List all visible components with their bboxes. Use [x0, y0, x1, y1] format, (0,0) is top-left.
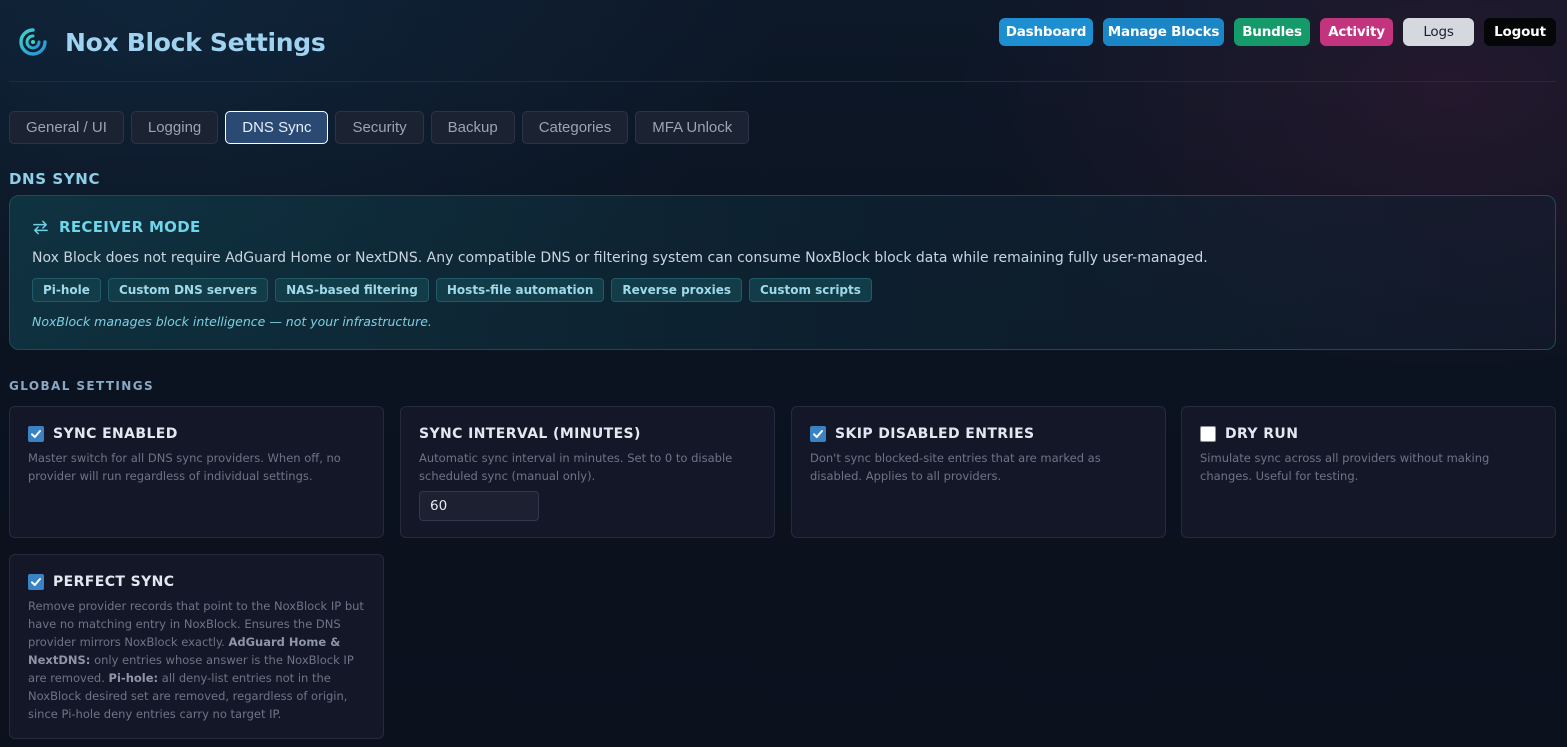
nav-activity-button[interactable]: Activity	[1320, 18, 1393, 46]
nox-logo-icon	[19, 28, 47, 56]
tab-categories[interactable]: Categories	[521, 111, 629, 144]
receiver-description: Nox Block does not require AdGuard Home …	[32, 250, 1208, 266]
perfect-sync-checkbox[interactable]	[28, 574, 44, 590]
perfect-sync-description: Remove provider records that point to th…	[28, 597, 369, 723]
tab-security[interactable]: Security	[335, 111, 424, 144]
perfect-sync-card: PERFECT SYNC Remove provider records tha…	[9, 554, 384, 739]
dry-run-title: DRY RUN	[1225, 426, 1299, 442]
chip-custom-scripts: Custom scripts	[748, 278, 872, 302]
checkmark-icon	[31, 578, 41, 586]
chip-pi-hole: Pi-hole	[32, 278, 101, 302]
sync-enabled-description: Master switch for all DNS sync providers…	[28, 451, 341, 483]
settings-tabs: General / UI Logging DNS Sync Security B…	[9, 111, 750, 144]
perfect-sync-title: PERFECT SYNC	[53, 574, 175, 590]
swap-arrows-icon	[33, 220, 48, 234]
dry-run-description: Simulate sync across all providers witho…	[1200, 451, 1490, 483]
sync-interval-input[interactable]	[419, 491, 539, 521]
sync-interval-card: SYNC INTERVAL (MINUTES) Automatic sync i…	[400, 406, 775, 538]
section-title: DNS SYNC	[9, 170, 101, 188]
sync-enabled-title: SYNC ENABLED	[53, 426, 178, 442]
header-divider	[9, 81, 1556, 82]
sync-interval-description: Automatic sync interval in minutes. Set …	[419, 451, 733, 483]
tab-dns-sync[interactable]: DNS Sync	[225, 111, 329, 144]
skip-disabled-card: SKIP DISABLED ENTRIES Don't sync blocked…	[791, 406, 1166, 538]
receiver-mode-panel: RECEIVER MODE Nox Block does not require…	[9, 195, 1556, 350]
receiver-note: NoxBlock manages block intelligence — no…	[32, 314, 432, 329]
sync-enabled-checkbox[interactable]	[28, 426, 44, 442]
chip-custom-dns-servers: Custom DNS servers	[107, 278, 269, 302]
logout-button[interactable]: Logout	[1484, 18, 1556, 46]
receiver-title: RECEIVER MODE	[59, 218, 201, 236]
chip-nas-based-filtering: NAS-based filtering	[275, 278, 429, 302]
top-nav: Dashboard Manage Blocks Bundles Activity…	[999, 18, 1556, 46]
receiver-chips: Pi-hole Custom DNS servers NAS-based fil…	[32, 278, 872, 302]
perfect-sync-pihole-label: Pi-hole:	[108, 671, 159, 685]
checkmark-icon	[31, 430, 41, 438]
nav-bundles-button[interactable]: Bundles	[1234, 18, 1310, 46]
dry-run-checkbox[interactable]	[1200, 426, 1216, 442]
sync-interval-title: SYNC INTERVAL (MINUTES)	[419, 426, 641, 442]
skip-disabled-description: Don't sync blocked-site entries that are…	[810, 451, 1101, 483]
dry-run-card: DRY RUN Simulate sync across all provide…	[1181, 406, 1556, 538]
receiver-header: RECEIVER MODE	[32, 218, 201, 236]
sync-enabled-card: SYNC ENABLED Master switch for all DNS s…	[9, 406, 384, 538]
tab-backup[interactable]: Backup	[430, 111, 515, 144]
checkmark-icon	[813, 430, 823, 438]
nav-dashboard-button[interactable]: Dashboard	[999, 18, 1093, 46]
chip-reverse-proxies: Reverse proxies	[611, 278, 742, 302]
tab-general-ui[interactable]: General / UI	[9, 111, 124, 144]
page-title: Nox Block Settings	[65, 28, 326, 57]
chip-hosts-file-automation: Hosts-file automation	[435, 278, 605, 302]
global-settings-title: GLOBAL SETTINGS	[9, 379, 155, 393]
tab-mfa-unlock[interactable]: MFA Unlock	[635, 111, 750, 144]
skip-disabled-title: SKIP DISABLED ENTRIES	[835, 426, 1035, 442]
tab-logging[interactable]: Logging	[130, 111, 219, 144]
nav-logs-button[interactable]: Logs	[1403, 18, 1474, 46]
app-header: Nox Block Settings Dashboard Manage Bloc…	[0, 0, 1567, 82]
skip-disabled-checkbox[interactable]	[810, 426, 826, 442]
nav-manage-blocks-button[interactable]: Manage Blocks	[1103, 18, 1224, 46]
